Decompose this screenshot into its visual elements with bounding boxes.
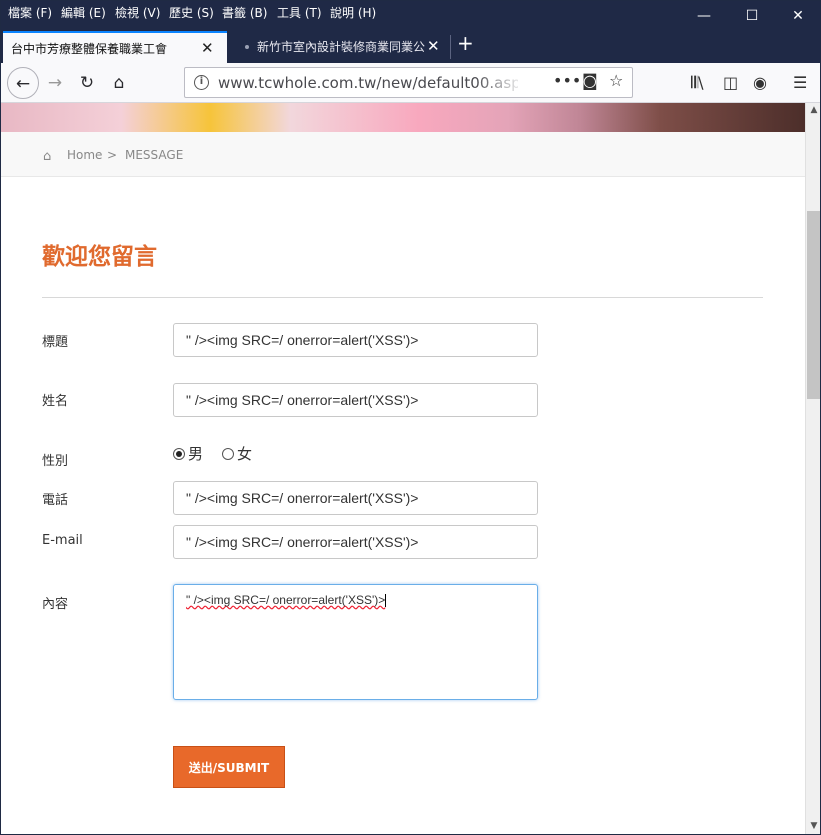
breadcrumb-current: MESSAGE (125, 148, 184, 162)
menu-tools[interactable]: 工具 (T) (277, 4, 322, 21)
breadcrumb-separator-icon: > (107, 148, 118, 162)
url-bar[interactable]: i www.tcwhole.com.tw/new/default00.aspx?… (184, 67, 633, 98)
menu-edit[interactable]: 編輯 (E) (61, 4, 106, 21)
content-text: " /><img SRC=/ onerror=alert('XSS')> (186, 593, 386, 607)
radio-male[interactable] (173, 447, 185, 460)
divider (42, 297, 763, 298)
forward-button[interactable]: → (39, 67, 71, 99)
pocket-icon[interactable]: ◙ (582, 71, 598, 90)
submit-button[interactable]: 送出/SUBMIT (173, 746, 285, 788)
breadcrumb-home-link[interactable]: Home (67, 148, 102, 162)
tab-loading-dot-icon (245, 45, 249, 49)
menu-help[interactable]: 說明 (H) (330, 4, 376, 21)
hero-banner-image (1, 103, 805, 132)
browser-window: 檔案 (F) 編輯 (E) 檢視 (V) 歷史 (S) 書籤 (B) 工具 (T… (0, 0, 821, 835)
name-label: 姓名 (42, 394, 69, 409)
scroll-down-arrow-icon[interactable]: ▼ (806, 821, 820, 831)
page-scrollbar[interactable]: ▲ ▼ (805, 103, 820, 834)
gender-male-label: 男 (188, 445, 204, 463)
tab-title: 新竹市室內設計裝修商業同業公 (257, 40, 426, 54)
breadcrumb: ⌂ Home > MESSAGE (1, 132, 805, 177)
new-tab-button[interactable]: + (457, 31, 474, 55)
menu-history[interactable]: 歷史 (S) (169, 4, 214, 21)
scroll-up-arrow-icon[interactable]: ▲ (806, 105, 820, 115)
home-icon: ⌂ (43, 149, 52, 164)
sidebar-icon[interactable]: ◫ (723, 73, 738, 92)
menu-bookmarks[interactable]: 書籤 (B) (222, 4, 267, 21)
gender-female-option[interactable]: 女 (222, 443, 252, 464)
tab-separator (450, 35, 451, 59)
gender-male-option[interactable]: 男 (173, 443, 203, 464)
account-icon[interactable]: ◉ (753, 73, 767, 92)
tab-title: 台中市芳療整體保養職業工會 (11, 42, 168, 56)
close-tab-icon[interactable]: ✕ (201, 39, 214, 57)
text-caret (385, 594, 387, 608)
tab-bar: 台中市芳療整體保養職業工會 ✕ 新竹市室內設計裝修商業同業公 ✕ + (1, 23, 820, 63)
page-viewport: ⌂ Home > MESSAGE 歡迎您留言 標題 姓名 性別 男 女 電話 E… (1, 103, 805, 834)
back-button[interactable]: ← (7, 67, 39, 99)
gender-female-label: 女 (237, 445, 253, 463)
subject-label: 標題 (42, 335, 69, 350)
close-tab-icon[interactable]: ✕ (427, 37, 440, 55)
name-input[interactable] (173, 383, 538, 417)
email-input[interactable] (173, 525, 538, 559)
phone-input[interactable] (173, 481, 538, 515)
radio-female[interactable] (222, 447, 234, 460)
content-textarea[interactable]: " /><img SRC=/ onerror=alert('XSS')> (173, 584, 538, 700)
email-label: E-mail (42, 533, 83, 548)
subject-input[interactable] (173, 323, 538, 357)
tab-inactive[interactable]: 新竹市室內設計裝修商業同業公 ✕ (235, 31, 449, 63)
reload-button[interactable]: ↻ (71, 67, 103, 99)
hamburger-menu-icon[interactable]: ☰ (793, 73, 807, 92)
bookmark-star-icon[interactable]: ☆ (609, 71, 623, 90)
menu-view[interactable]: 檢視 (V) (115, 4, 160, 21)
content-label: 內容 (42, 597, 69, 612)
gender-label: 性別 (42, 454, 69, 469)
page-actions-icon[interactable]: ••• (553, 71, 581, 90)
url-text[interactable]: www.tcwhole.com.tw/new/default00.aspx?ur… (218, 74, 518, 92)
page-title: 歡迎您留言 (42, 243, 157, 270)
scrollbar-thumb[interactable] (807, 211, 820, 399)
url-fade (475, 70, 525, 95)
tab-active[interactable]: 台中市芳療整體保養職業工會 ✕ (3, 31, 227, 63)
phone-label: 電話 (42, 493, 69, 508)
menu-file[interactable]: 檔案 (F) (8, 4, 52, 21)
library-icon[interactable]: 𝄃𝄃\ (691, 73, 704, 93)
home-button[interactable]: ⌂ (103, 67, 135, 99)
site-info-icon[interactable]: i (194, 75, 209, 90)
